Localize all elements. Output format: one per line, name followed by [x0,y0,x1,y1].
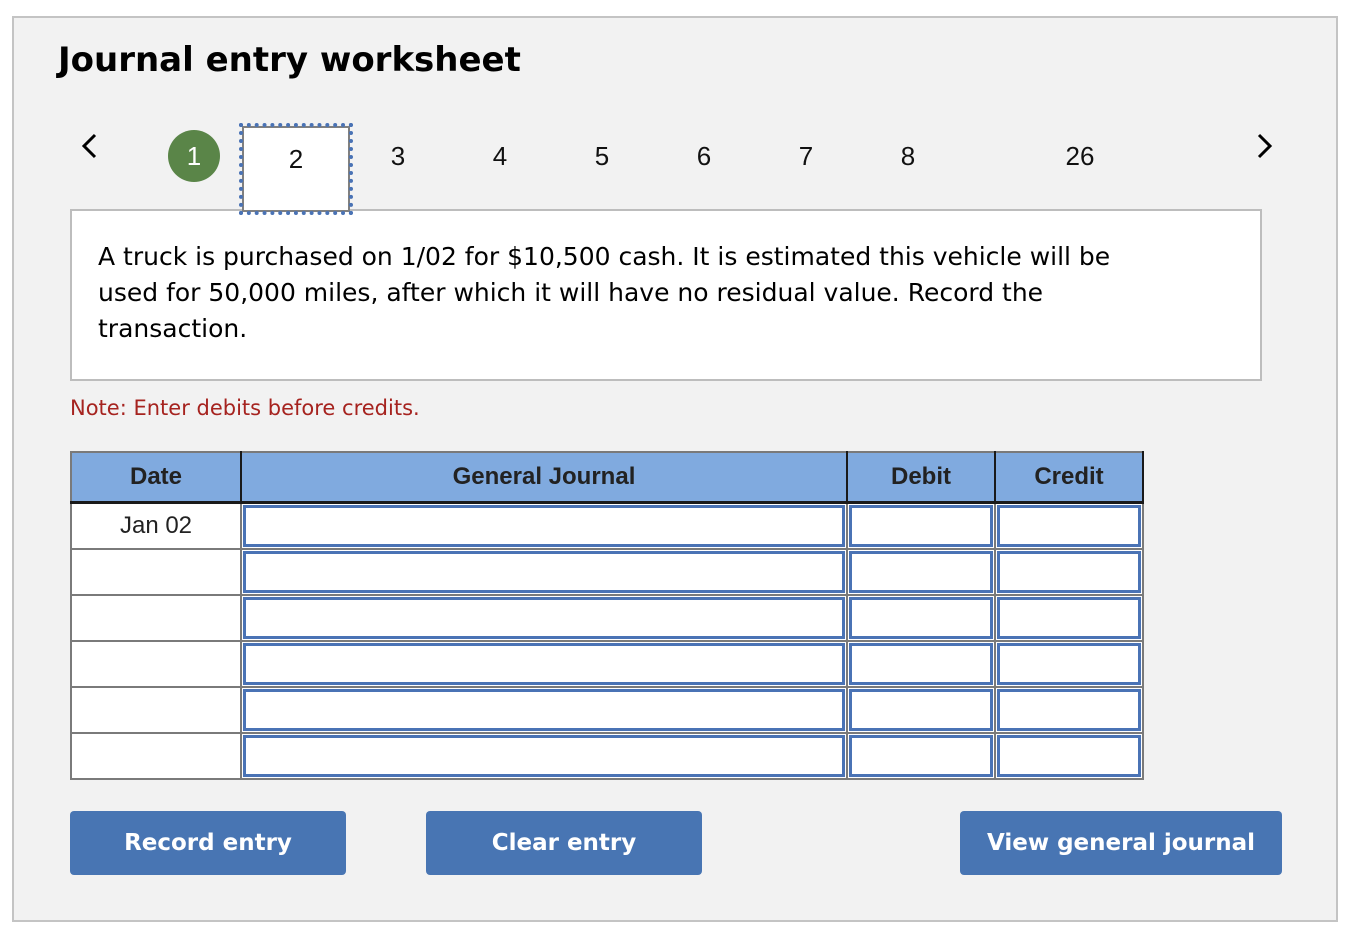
header-debit: Debit [847,452,996,504]
debit-cell [846,640,996,688]
next-button[interactable] [1250,126,1280,166]
debit-input[interactable] [849,643,993,685]
debit-input[interactable] [849,551,993,593]
credit-input[interactable] [997,735,1141,777]
credit-input[interactable] [997,689,1141,731]
clear-entry-button[interactable]: Clear entry [426,811,702,875]
journal-body: Jan 02 [70,501,1144,780]
credit-cell [994,732,1144,780]
credit-input[interactable] [997,597,1141,639]
journal-row [70,732,1144,780]
tab-6[interactable]: 6 [676,124,732,188]
header-credit: Credit [995,452,1144,504]
tab-label: 26 [1065,140,1095,171]
page-title: Journal entry worksheet [58,40,521,80]
credit-input[interactable] [997,505,1141,547]
date-cell: Jan 02 [70,501,242,550]
account-cell [240,594,848,642]
note-text: Note: Enter debits before credits. [70,396,420,420]
debit-cell [846,686,996,734]
completed-badge: 1 [168,130,220,182]
account-input[interactable] [243,551,845,593]
account-cell [240,501,848,550]
tab-label: 7 [798,140,814,171]
tab-8[interactable]: 8 [880,124,936,188]
date-cell [70,594,242,642]
tab-label: 3 [390,140,406,171]
journal-row: Jan 02 [70,501,1144,550]
tab-label: 2 [288,143,304,174]
tab-2[interactable]: 2 [239,123,353,215]
credit-cell [994,640,1144,688]
journal-row [70,594,1144,642]
account-cell [240,732,848,780]
credit-cell [994,548,1144,596]
tab-label: 8 [900,140,916,171]
credit-input[interactable] [997,551,1141,593]
credit-cell [994,686,1144,734]
tab-26[interactable]: 26 [1050,124,1110,188]
debit-cell [846,501,996,550]
account-input[interactable] [243,735,845,777]
debit-input[interactable] [849,689,993,731]
debit-input[interactable] [849,597,993,639]
tab-7[interactable]: 7 [778,124,834,188]
tab-label: 5 [594,140,610,171]
prev-button[interactable] [74,126,104,166]
journal-table: Date General Journal Debit Credit Jan 02 [70,451,1144,780]
credit-cell [994,594,1144,642]
tab-3[interactable]: 3 [370,124,426,188]
debit-input[interactable] [849,505,993,547]
view-general-journal-button[interactable]: View general journal [960,811,1282,875]
journal-row [70,686,1144,734]
credit-cell [994,501,1144,550]
tab-label: 4 [492,140,508,171]
journal-row [70,548,1144,596]
question-box: A truck is purchased on 1/02 for $10,500… [70,209,1262,381]
account-input[interactable] [243,689,845,731]
account-input[interactable] [243,505,845,547]
date-cell [70,732,242,780]
tab-5[interactable]: 5 [574,124,630,188]
account-cell [240,548,848,596]
chevron-right-icon [1257,133,1273,159]
journal-header-row: Date General Journal Debit Credit [71,452,1144,504]
tab-1[interactable]: 1 [166,124,222,188]
date-cell [70,548,242,596]
date-cell [70,640,242,688]
debit-input[interactable] [849,735,993,777]
header-date: Date [71,452,242,504]
account-cell [240,640,848,688]
account-input[interactable] [243,643,845,685]
header-general-journal: General Journal [241,452,848,504]
debit-cell [846,594,996,642]
chevron-left-icon [81,133,97,159]
question-text: A truck is purchased on 1/02 for $10,500… [98,242,1111,343]
account-cell [240,686,848,734]
record-entry-button[interactable]: Record entry [70,811,346,875]
date-cell [70,686,242,734]
debit-cell [846,548,996,596]
tab-label: 6 [696,140,712,171]
tab-4[interactable]: 4 [472,124,528,188]
debit-cell [846,732,996,780]
credit-input[interactable] [997,643,1141,685]
journal-row [70,640,1144,688]
account-input[interactable] [243,597,845,639]
